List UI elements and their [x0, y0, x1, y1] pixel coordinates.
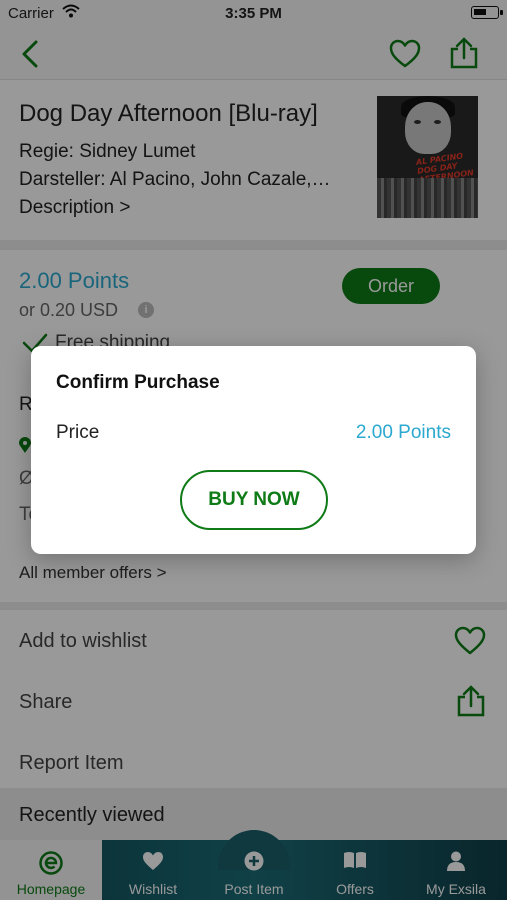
dialog-title: Confirm Purchase: [56, 372, 220, 393]
dialog-price-value: 2.00 Points: [355, 422, 451, 443]
buy-now-button[interactable]: BUY NOW: [180, 470, 328, 530]
confirm-purchase-dialog: Confirm Purchase Price 2.00 Points BUY N…: [31, 346, 476, 554]
dialog-price-label: Price: [56, 422, 100, 443]
